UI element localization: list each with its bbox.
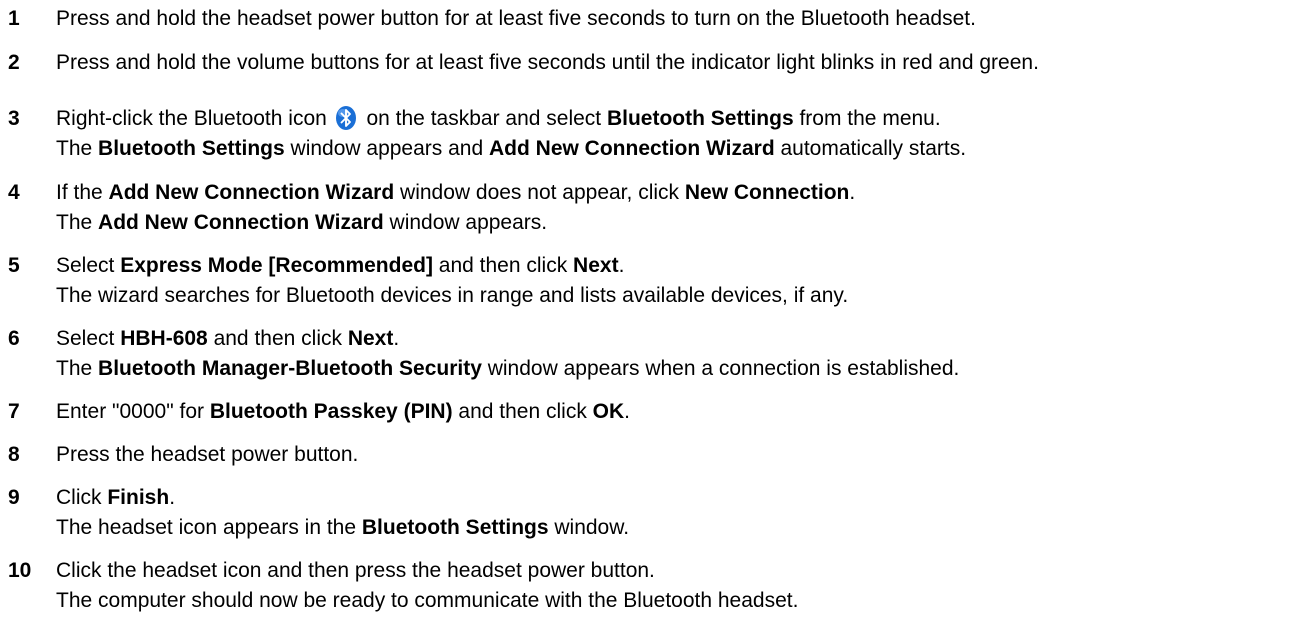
text-segment: The [56, 357, 99, 380]
text-segment: window appears when a connection is esta… [481, 357, 960, 380]
text-segment: from the menu. [793, 107, 941, 130]
bold-term: Bluetooth Manager-Bluetooth Security [98, 357, 482, 380]
text-segment: window does not appear, click [394, 181, 685, 204]
bold-term: Next [573, 254, 619, 277]
bold-term: Bluetooth Settings [361, 516, 549, 539]
step-line: The Add New Connection Wizard window app… [56, 208, 855, 238]
text-segment: and then click [207, 327, 348, 350]
text-segment: The [56, 211, 99, 234]
step-line: Press and hold the headset power button … [56, 4, 976, 34]
text-segment: The computer should now be ready to comm… [56, 589, 799, 612]
step-number: 8 [8, 443, 20, 466]
text-segment: Select [56, 254, 121, 277]
text-segment: Enter "0000" for [56, 400, 210, 423]
step-line: The wizard searches for Bluetooth device… [56, 281, 848, 311]
step-number: 4 [8, 181, 20, 204]
step-number: 6 [8, 327, 20, 350]
text-segment: window appears and [284, 137, 489, 160]
step-line: The Bluetooth Settings window appears an… [56, 134, 966, 164]
step-text: Click Finish. The headset icon appears in… [56, 483, 629, 543]
text-segment: automatically starts. [774, 137, 967, 160]
step-line: Press the headset power button. [56, 440, 358, 470]
step-line: The headset icon appears in the Bluetoot… [56, 513, 629, 543]
step-text: Click the headset icon and then press th… [56, 556, 798, 616]
bold-term: Bluetooth Settings [606, 107, 794, 130]
text-segment: window appears. [383, 211, 548, 234]
step-line: Press and hold the volume buttons for at… [56, 48, 1039, 78]
text-segment: Click the headset icon and then press th… [56, 559, 655, 582]
bold-term: OK [592, 400, 625, 423]
step-text: Press and hold the headset power button … [56, 4, 976, 34]
step-line: Right-click the Bluetooth icon on the ta… [56, 104, 966, 134]
text-segment: Right-click the Bluetooth icon [56, 107, 333, 130]
bold-term: Add New Connection Wizard [108, 181, 395, 204]
step-line: Select Express Mode [Recommended] and th… [56, 251, 848, 281]
text-segment: The wizard searches for Bluetooth device… [56, 284, 849, 307]
step-line: Click Finish. [56, 483, 629, 513]
bold-term: New Connection [684, 181, 850, 204]
text-segment: Press and hold the volume buttons for at… [56, 51, 1039, 74]
step-text: Right-click the Bluetooth icon on the ta… [56, 104, 966, 164]
text-segment: . [624, 400, 631, 423]
text-segment: and then click [452, 400, 593, 423]
step-number: 10 [8, 559, 32, 582]
step-line: The computer should now be ready to comm… [56, 586, 798, 616]
step-line: Enter "0000" for Bluetooth Passkey (PIN)… [56, 397, 630, 427]
text-segment: . [849, 181, 856, 204]
text-segment: The [56, 137, 99, 160]
step-number: 1 [8, 7, 20, 30]
text-segment: Select [56, 327, 121, 350]
bold-term: HBH-608 [120, 327, 208, 350]
step-number: 5 [8, 254, 20, 277]
step-number: 9 [8, 486, 20, 509]
text-segment: . [169, 486, 176, 509]
bold-term: Bluetooth Passkey (PIN) [209, 400, 453, 423]
step-text: Press the headset power button. [56, 440, 358, 470]
text-segment: Press and hold the headset power button … [56, 7, 976, 30]
step-text: Select HBH-608 and then click Next. The B… [56, 324, 959, 384]
text-segment: . [618, 254, 625, 277]
step-number: 2 [8, 51, 20, 74]
text-segment: Click [56, 486, 108, 509]
bluetooth-icon [333, 106, 361, 130]
text-segment: on the taskbar and select [360, 107, 607, 130]
step-text: If the Add New Connection Wizard window … [56, 178, 855, 238]
step-line: Click the headset icon and then press th… [56, 556, 798, 586]
bold-term: Finish [107, 486, 170, 509]
bold-term: Next [347, 327, 394, 350]
step-number: 3 [8, 107, 20, 130]
text-segment: and then click [432, 254, 574, 277]
text-segment: Press the headset power button. [56, 443, 359, 466]
step-line: The Bluetooth Manager-Bluetooth Security… [56, 354, 959, 384]
step-line: Select HBH-608 and then click Next. [56, 324, 959, 354]
bold-term: Add New Connection Wizard [98, 211, 384, 234]
step-text: Select Express Mode [Recommended] and th… [56, 251, 848, 311]
text-segment: . [393, 327, 400, 350]
text-segment: window. [548, 516, 630, 539]
step-number: 7 [8, 400, 20, 423]
bold-term: Add New Connection Wizard [489, 137, 775, 160]
bold-term: Bluetooth Settings [98, 137, 285, 160]
step-text: Press and hold the volume buttons for at… [56, 48, 1039, 78]
text-segment: The headset icon appears in the [56, 516, 362, 539]
bold-term: Express Mode [Recommended] [120, 254, 433, 277]
text-segment: If the [56, 181, 109, 204]
step-text: Enter "0000" for Bluetooth Passkey (PIN)… [56, 397, 630, 427]
step-line: If the Add New Connection Wizard window … [56, 178, 855, 208]
